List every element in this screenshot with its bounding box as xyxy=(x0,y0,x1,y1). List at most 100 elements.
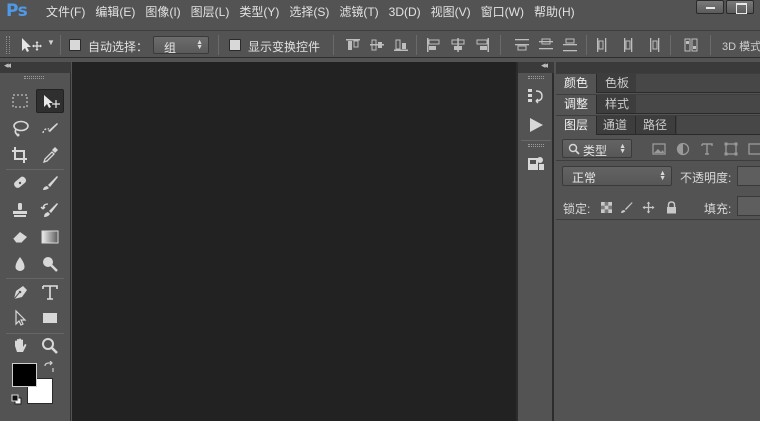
history-panel-button[interactable] xyxy=(525,86,547,106)
align-right-icon[interactable] xyxy=(474,38,490,52)
auto-align-layers-icon[interactable] xyxy=(683,38,699,52)
tab-adjustments[interactable]: 调整 xyxy=(556,95,598,114)
smart-object-filter-icon[interactable] xyxy=(747,141,760,157)
tool-preset-arrow-icon[interactable]: ▼ xyxy=(47,38,55,47)
tab-paths[interactable]: 路径 xyxy=(635,116,677,135)
clone-stamp-icon xyxy=(13,203,27,217)
lock-image-pixels-icon[interactable] xyxy=(620,201,633,214)
adjustment-layer-filter-icon[interactable] xyxy=(675,141,691,157)
blur-icon xyxy=(15,257,25,271)
tab-swatches[interactable]: 色板 xyxy=(597,74,639,93)
default-colors-icon[interactable] xyxy=(11,394,22,405)
quick-selection-tool[interactable] xyxy=(36,116,64,140)
lock-position-icon[interactable] xyxy=(642,201,655,214)
pixel-layer-filter-icon[interactable] xyxy=(651,141,667,157)
lock-all-icon[interactable] xyxy=(665,201,678,214)
tab-styles[interactable]: 样式 xyxy=(597,95,639,114)
collapse-panel-icon[interactable]: ◂◂ xyxy=(4,60,11,71)
layer-filter-type-dropdown[interactable]: 类型 ▲ ▼ xyxy=(562,139,632,158)
path-selection-icon xyxy=(15,309,27,326)
photoshop-logo: Ps xyxy=(6,1,28,21)
clone-stamp-tool[interactable] xyxy=(6,198,34,222)
mini-dock-grip[interactable] xyxy=(528,144,544,147)
show-transform-label: 显示变换控件 xyxy=(248,40,321,54)
document-canvas-area[interactable] xyxy=(72,62,516,421)
options-bar: ▼ 自动选择： 组 ▲ ▼ 显示变换控件 3D 模式 xyxy=(0,30,760,58)
expand-panels-icon[interactable]: ◂◂ xyxy=(541,60,548,71)
eraser-tool[interactable] xyxy=(6,225,34,249)
dodge-tool[interactable] xyxy=(36,252,64,276)
distribute-bottom-icon[interactable] xyxy=(562,38,578,52)
play-icon xyxy=(530,118,543,132)
auto-select-dropdown[interactable]: 组 ▲ ▼ xyxy=(153,36,209,55)
type-tool[interactable] xyxy=(36,280,64,304)
layers-list[interactable] xyxy=(556,221,760,421)
move-tool[interactable] xyxy=(36,89,64,113)
window-minimize-button[interactable] xyxy=(696,0,724,14)
options-bar-grip[interactable] xyxy=(6,36,10,54)
tab-layers[interactable]: 图层 xyxy=(556,116,598,135)
menu-file[interactable]: 文件(F) xyxy=(46,0,94,24)
path-selection-tool[interactable] xyxy=(6,306,34,330)
options-separator xyxy=(416,35,417,55)
type-layer-filter-icon[interactable] xyxy=(699,141,715,157)
menu-image[interactable]: 图像(I) xyxy=(145,0,189,24)
options-separator xyxy=(710,35,711,55)
rectangular-marquee-tool[interactable] xyxy=(6,89,34,113)
window-maximize-button[interactable] xyxy=(726,0,754,14)
blur-tool[interactable] xyxy=(6,252,34,276)
menu-select[interactable]: 选择(S) xyxy=(289,0,338,24)
swap-colors-icon[interactable] xyxy=(43,361,55,373)
lasso-tool[interactable] xyxy=(6,116,34,140)
pen-icon xyxy=(13,286,27,300)
panels-header xyxy=(556,62,760,73)
blend-mode-dropdown[interactable]: 正常 ▲ ▼ xyxy=(562,166,672,186)
distribute-top-icon[interactable] xyxy=(514,38,530,52)
distribute-vertical-center-icon[interactable] xyxy=(538,38,554,52)
align-horizontal-center-icon[interactable] xyxy=(450,38,466,52)
align-bottom-icon[interactable] xyxy=(393,38,409,52)
lock-label: 锁定: xyxy=(563,202,591,216)
mini-dock-grip[interactable] xyxy=(528,76,544,79)
menu-3d[interactable]: 3D(D) xyxy=(389,0,430,24)
options-separator xyxy=(670,35,671,55)
tab-channels[interactable]: 通道 xyxy=(595,116,637,135)
show-transform-checkbox[interactable] xyxy=(229,39,241,51)
history-brush-tool[interactable] xyxy=(36,198,64,222)
distribute-horizontal-center-icon[interactable] xyxy=(620,38,636,52)
fill-input[interactable] xyxy=(737,196,760,216)
tab-color[interactable]: 颜色 xyxy=(556,74,598,93)
zoom-tool[interactable] xyxy=(36,334,64,358)
menu-view[interactable]: 视图(V) xyxy=(431,0,480,24)
hand-tool[interactable] xyxy=(6,334,34,358)
brush-tool[interactable] xyxy=(36,171,64,195)
shape-layer-filter-icon[interactable] xyxy=(723,141,739,157)
menu-type[interactable]: 类型(Y) xyxy=(239,0,288,24)
move-icon xyxy=(44,95,60,108)
crop-tool[interactable] xyxy=(6,143,34,167)
align-vertical-center-icon[interactable] xyxy=(369,38,385,52)
opacity-input[interactable] xyxy=(737,166,760,186)
rectangle-shape-tool[interactable] xyxy=(36,306,64,330)
align-top-icon[interactable] xyxy=(345,38,361,52)
foreground-color-swatch[interactable] xyxy=(12,363,37,387)
gradient-tool[interactable] xyxy=(36,225,64,249)
align-left-icon[interactable] xyxy=(426,38,442,52)
distribute-left-icon[interactable] xyxy=(596,38,612,52)
menu-edit[interactable]: 编辑(E) xyxy=(95,0,144,24)
actions-panel-button[interactable] xyxy=(525,115,547,135)
menu-filter[interactable]: 滤镜(T) xyxy=(339,0,387,24)
eyedropper-tool[interactable] xyxy=(36,143,64,167)
updown-arrow-icon: ▲ ▼ xyxy=(619,143,626,155)
pen-tool[interactable] xyxy=(6,280,34,304)
spot-healing-tool[interactable] xyxy=(6,171,34,195)
menu-window[interactable]: 窗口(W) xyxy=(481,0,533,24)
auto-select-checkbox[interactable] xyxy=(69,39,81,51)
move-tool-icon[interactable] xyxy=(20,36,44,54)
tools-panel-grip[interactable] xyxy=(24,76,44,79)
menu-help[interactable]: 帮助(H) xyxy=(534,0,584,24)
properties-panel-button[interactable] xyxy=(525,154,547,174)
menu-layer[interactable]: 图层(L) xyxy=(191,0,239,24)
distribute-right-icon[interactable] xyxy=(644,38,660,52)
lock-transparent-pixels-icon[interactable] xyxy=(600,201,613,214)
